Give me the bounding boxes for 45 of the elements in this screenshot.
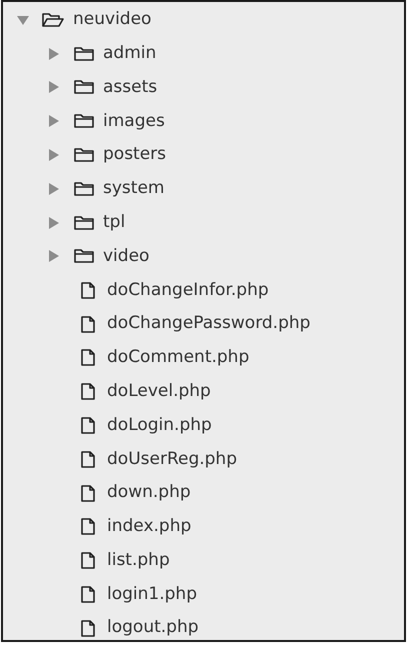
file-name[interactable]: logout.php bbox=[107, 615, 199, 641]
file-name[interactable]: doUserReg.php bbox=[107, 446, 237, 472]
caret-right-icon[interactable] bbox=[47, 80, 61, 94]
file-icon bbox=[79, 517, 97, 536]
file-name[interactable]: list.php bbox=[107, 548, 170, 574]
file-icon bbox=[79, 584, 97, 604]
file-icon bbox=[79, 382, 97, 402]
folder-name[interactable]: system bbox=[103, 176, 164, 202]
folder-name[interactable]: admin bbox=[103, 40, 156, 66]
folder-name[interactable]: tpl bbox=[103, 210, 126, 236]
file-name[interactable]: doLogin.php bbox=[107, 412, 212, 438]
caret-right-icon[interactable] bbox=[47, 249, 61, 264]
file-icon bbox=[79, 280, 97, 300]
caret-right-icon[interactable] bbox=[47, 148, 61, 162]
folder-icon bbox=[73, 44, 95, 63]
caret-right-icon[interactable] bbox=[47, 216, 61, 230]
folder-icon bbox=[73, 214, 95, 232]
folder-name[interactable]: neuvideo bbox=[73, 7, 152, 33]
folder-icon bbox=[73, 247, 95, 266]
folder-icon bbox=[73, 180, 95, 198]
file-name[interactable]: index.php bbox=[107, 514, 192, 540]
file-name[interactable]: doChangeInfor.php bbox=[107, 278, 269, 304]
file-icon bbox=[79, 551, 97, 570]
folder-icon bbox=[73, 78, 95, 96]
file-name[interactable]: doChangePassword.php bbox=[107, 311, 310, 337]
folder-name[interactable]: assets bbox=[103, 74, 158, 100]
folder-icon bbox=[73, 146, 95, 164]
folder-name[interactable]: video bbox=[103, 244, 150, 270]
file-name[interactable]: login1.php bbox=[107, 582, 197, 608]
file-icon bbox=[79, 618, 97, 638]
caret-right-icon[interactable] bbox=[47, 46, 61, 61]
file-icon bbox=[79, 450, 97, 469]
caret-right-icon[interactable] bbox=[47, 182, 61, 196]
file-name[interactable]: down.php bbox=[107, 480, 191, 506]
file-icon bbox=[79, 314, 97, 334]
open-folder-icon bbox=[41, 10, 65, 29]
folder-icon bbox=[73, 112, 95, 130]
file-icon bbox=[79, 348, 97, 368]
folder-name[interactable]: posters bbox=[103, 142, 166, 168]
file-icon bbox=[79, 484, 97, 503]
file-icon bbox=[79, 416, 97, 435]
caret-right-icon[interactable] bbox=[47, 114, 61, 128]
folder-name[interactable]: images bbox=[103, 108, 165, 134]
file-name[interactable]: doComment.php bbox=[107, 345, 250, 371]
file-name[interactable]: doLevel.php bbox=[107, 378, 211, 404]
